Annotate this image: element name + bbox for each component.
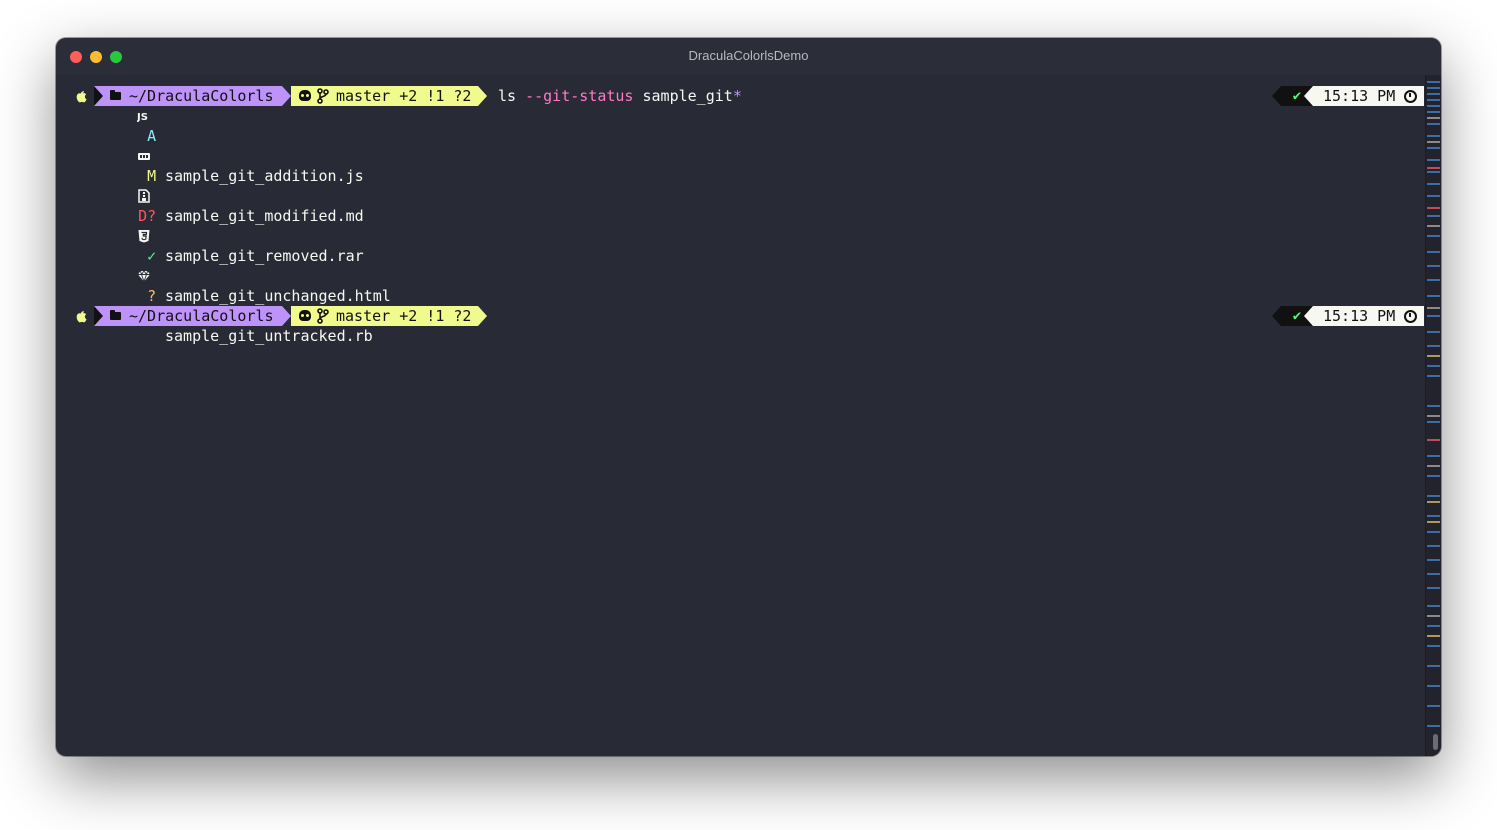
- prompt-git-segment: master +2 !1 ?2: [291, 86, 478, 106]
- prompt-line-1: ~/DraculaColorls master +2 !1 ?2 ls --gi…: [73, 86, 1425, 106]
- command-name: ls: [498, 87, 517, 105]
- title-bar: DraculaColorlsDemo: [56, 38, 1441, 75]
- file-name: sample_git_addition.js: [165, 167, 364, 185]
- markdown-icon: [138, 153, 150, 160]
- segment-separator: [282, 86, 291, 106]
- scrollbar[interactable]: [1425, 75, 1441, 756]
- apple-icon: [76, 91, 87, 103]
- window-title: DraculaColorlsDemo: [688, 48, 809, 63]
- right-prompt: ✔ 15:13 PM: [1272, 306, 1424, 326]
- github-icon: [299, 310, 311, 321]
- segment-separator: [282, 306, 291, 326]
- segment-separator: [94, 306, 103, 326]
- time-segment: 15:13 PM: [1313, 86, 1424, 106]
- right-prompt: ✔ 15:13 PM: [1272, 86, 1424, 106]
- apple-icon: [76, 311, 87, 323]
- scrollbar-thumb[interactable]: [1433, 734, 1438, 750]
- prompt-directory: ~/DraculaColorls: [129, 307, 274, 325]
- javascript-icon: JS: [137, 112, 148, 123]
- prompt-git-status: master +2 !1 ?2: [336, 307, 472, 325]
- segment-separator: [478, 86, 487, 106]
- prompt-time: 15:13 PM: [1323, 307, 1396, 325]
- prompt-time: 15:13 PM: [1323, 87, 1396, 105]
- ruby-gem-icon: [138, 270, 150, 283]
- file-row: M sample_git_modified.md: [100, 146, 364, 225]
- prompt-git-status: master +2 !1 ?2: [336, 87, 472, 105]
- git-status-indicator: M: [147, 167, 157, 185]
- git-status-indicator: ✓: [147, 247, 157, 265]
- html5-icon: [138, 230, 150, 243]
- file-row: ✓ sample_git_unchanged.html: [100, 226, 391, 305]
- command-input: ls --git-status sample_git*: [498, 86, 742, 106]
- file-name: sample_git_unchanged.html: [165, 287, 391, 305]
- file-name: sample_git_removed.rar: [165, 247, 364, 265]
- prompt-git-segment: master +2 !1 ?2: [291, 306, 478, 326]
- segment-separator: [1304, 306, 1313, 326]
- prompt-line-2[interactable]: ~/DraculaColorls master +2 !1 ?2 ✔ 15:13…: [73, 306, 1425, 326]
- segment-separator: [478, 306, 487, 326]
- github-icon: [299, 90, 311, 101]
- segment-separator: [1304, 86, 1313, 106]
- git-status-indicator: A: [147, 127, 157, 145]
- archive-icon: [138, 189, 150, 203]
- prompt-directory-segment: ~/DraculaColorls: [94, 306, 282, 326]
- command-argument: sample_git: [642, 87, 733, 105]
- terminal-window: DraculaColorlsDemo ~/DraculaColorls mast…: [56, 38, 1441, 756]
- command-flag: --git-status: [525, 87, 634, 105]
- scrollbar-minimap: [1427, 81, 1440, 727]
- command-suffix: *: [732, 87, 742, 105]
- svg-text:JS: JS: [137, 112, 148, 123]
- prompt-directory-segment: ~/DraculaColorls: [94, 86, 282, 106]
- clock-icon: [1404, 90, 1417, 103]
- clock-icon: [1404, 310, 1417, 323]
- file-row: D? sample_git_removed.rar: [100, 186, 364, 265]
- file-name: sample_git_modified.md: [165, 207, 364, 225]
- file-row: ? sample_git_untracked.rb: [100, 266, 373, 345]
- prompt-directory: ~/DraculaColorls: [129, 87, 274, 105]
- git-status-indicator: ?: [147, 287, 157, 305]
- git-status-indicator: D?: [138, 207, 157, 225]
- folder-icon: [110, 90, 121, 100]
- file-row: A JS sample_git_addition.js: [100, 106, 364, 185]
- git-branch-icon: [317, 88, 329, 104]
- time-segment: 15:13 PM: [1313, 306, 1424, 326]
- folder-icon: [110, 310, 121, 320]
- segment-separator: [1272, 306, 1281, 326]
- segment-separator: [94, 86, 103, 106]
- git-branch-icon: [317, 308, 329, 324]
- segment-separator: [1272, 86, 1281, 106]
